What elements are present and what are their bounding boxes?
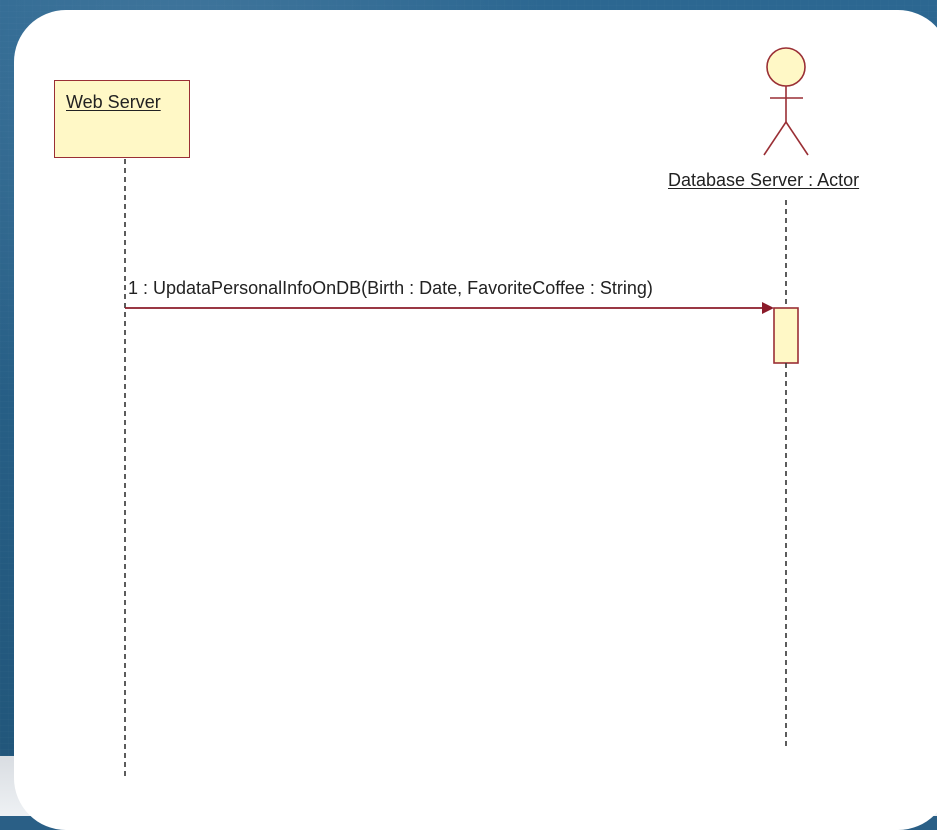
message-label: 1 : UpdataPersonalInfoOnDB(Birth : Date,…	[128, 278, 653, 298]
database-server-actor-icon	[766, 47, 806, 87]
web-server-label: Web Server	[66, 92, 161, 112]
database-server-label: Database Server : Actor	[668, 170, 860, 190]
diagram-canvas: Web Server Database Server : Actor 1 : U…	[14, 10, 937, 830]
actor-left-leg-icon	[763, 121, 787, 156]
activation-box	[773, 307, 799, 364]
message-arrowhead-icon	[762, 302, 774, 314]
actor-right-leg-icon	[785, 121, 809, 156]
screen: { "diagram": { "lifeline_left": { "label…	[0, 0, 937, 830]
